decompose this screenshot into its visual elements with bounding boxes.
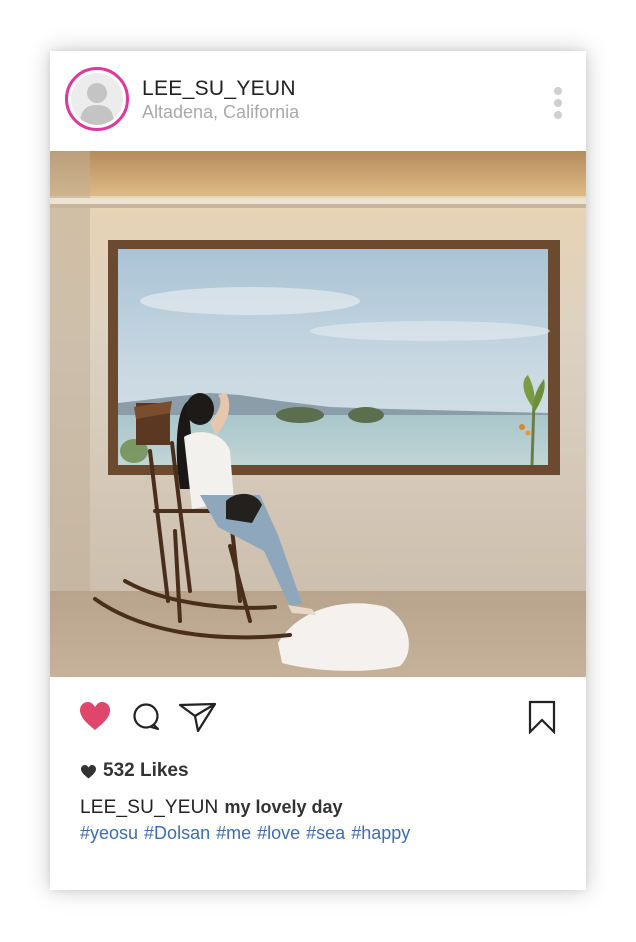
- hashtag-dolsan[interactable]: #Dolsan: [144, 823, 210, 843]
- likes-label: Likes: [139, 760, 189, 781]
- hashtag-yeosu[interactable]: #yeosu: [80, 823, 138, 843]
- post-card: LEE_SU_YEUN Altadena, California 532 Lik…: [50, 51, 586, 890]
- caption: LEE_SU_YEUN my lovely day: [80, 797, 343, 819]
- likes-number: 532: [103, 760, 135, 781]
- likes-count: 532 Likes: [103, 760, 189, 782]
- action-bar: [50, 677, 586, 767]
- avatar-icon: [71, 73, 123, 125]
- bookmark-icon[interactable]: [528, 700, 556, 735]
- hashtag-love[interactable]: #love: [257, 823, 300, 843]
- username[interactable]: LEE_SU_YEUN: [142, 77, 296, 101]
- caption-username[interactable]: LEE_SU_YEUN: [80, 797, 218, 818]
- hashtag-me[interactable]: #me: [216, 823, 251, 843]
- avatar[interactable]: [65, 67, 129, 131]
- heart-icon[interactable]: [78, 700, 112, 732]
- caption-text: my lovely day: [224, 797, 343, 817]
- post-header: LEE_SU_YEUN Altadena, California: [50, 51, 586, 151]
- location[interactable]: Altadena, California: [142, 102, 299, 123]
- post-photo[interactable]: [50, 151, 586, 677]
- hashtag-happy[interactable]: #happy: [351, 823, 410, 843]
- small-heart-icon: [80, 764, 97, 779]
- share-icon[interactable]: [178, 701, 218, 733]
- likes-row[interactable]: 532 Likes: [80, 759, 189, 783]
- comment-icon[interactable]: [131, 702, 161, 732]
- hashtags: #yeosu #Dolsan #me #love #sea #happy: [80, 823, 416, 844]
- hashtag-sea[interactable]: #sea: [306, 823, 345, 843]
- more-icon[interactable]: [552, 85, 564, 121]
